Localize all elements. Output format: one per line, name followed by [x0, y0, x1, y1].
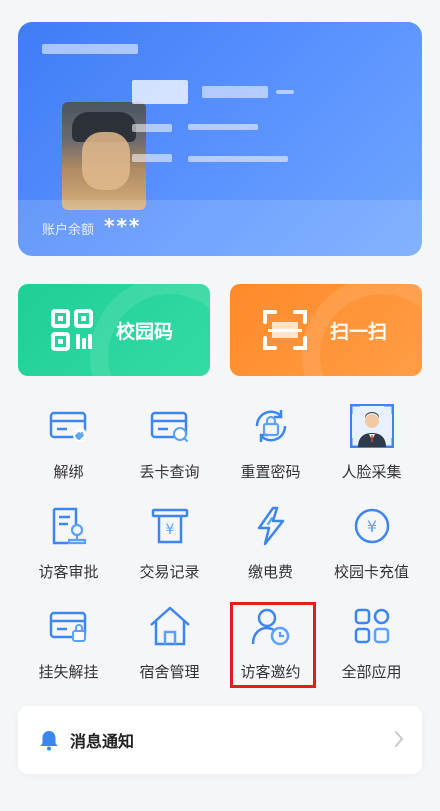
- message-notification-row[interactable]: 消息通知: [18, 706, 422, 774]
- blurred-name: [132, 80, 188, 104]
- blurred-school-name: [42, 44, 138, 54]
- app-report-loss[interactable]: 挂失解挂: [18, 596, 119, 696]
- visitor-approval-icon: [52, 507, 86, 545]
- app-label: 丢卡查询: [139, 463, 200, 481]
- all-apps-icon: [354, 608, 389, 644]
- balance-value: ***: [104, 214, 142, 238]
- app-label: 解绑: [53, 463, 84, 481]
- app-label: 访客审批: [38, 563, 99, 581]
- app-card-recharge[interactable]: ¥ 校园卡充值: [321, 496, 422, 596]
- card-lock-icon: [49, 611, 86, 642]
- balance-label: 账户余额: [42, 222, 95, 238]
- chevron-right-icon: [395, 731, 404, 747]
- yen-coin-icon: ¥: [354, 508, 389, 544]
- app-label: 交易记录: [139, 563, 200, 581]
- message-notification-title: 消息通知: [70, 732, 135, 751]
- house-icon: [149, 606, 190, 646]
- blurred-info-1: [132, 124, 172, 132]
- blurred-info-2: [132, 154, 172, 162]
- card-link-icon: [49, 411, 87, 442]
- balance-bar[interactable]: 账户余额 ***: [18, 200, 422, 256]
- scan-button[interactable]: 扫一扫: [230, 284, 422, 376]
- campus-code-button[interactable]: 校园码: [18, 284, 210, 376]
- app-label: 全部应用: [341, 663, 402, 681]
- app-all-apps[interactable]: 全部应用: [321, 596, 422, 696]
- app-label: 缴电费: [247, 563, 293, 581]
- id-card[interactable]: 账户余额 ***: [18, 22, 422, 256]
- app-home: 账户余额 *** 校园码 扫一扫 解绑 丢卡查询 重置密码 人脸采集 访客审批 …: [0, 0, 440, 811]
- card-search-icon: [150, 411, 188, 442]
- app-label: 宿舍管理: [139, 663, 200, 681]
- qr-code-icon: [51, 309, 93, 351]
- app-label: 挂失解挂: [38, 663, 99, 681]
- scan-icon: [263, 310, 307, 350]
- svg-text:¥: ¥: [366, 517, 376, 536]
- lightning-icon: [257, 506, 284, 546]
- blurred-id-number: [202, 86, 268, 98]
- app-label: 重置密码: [240, 463, 301, 481]
- app-reset-password[interactable]: 重置密码: [220, 396, 321, 496]
- receipt-icon: ¥: [151, 508, 188, 544]
- app-dorm-management[interactable]: 宿舍管理: [119, 596, 220, 696]
- bell-icon: [40, 731, 58, 751]
- lock-reset-icon: [255, 410, 286, 442]
- app-unbind[interactable]: 解绑: [18, 396, 119, 496]
- app-pay-electricity[interactable]: 缴电费: [220, 496, 321, 596]
- app-label: 校园卡充值: [333, 563, 409, 581]
- app-visitor-approval[interactable]: 访客审批: [18, 496, 119, 596]
- app-face-capture[interactable]: 人脸采集: [321, 396, 422, 496]
- highlight-box: [230, 602, 316, 688]
- app-label: 人脸采集: [341, 463, 402, 481]
- face-capture-icon: [349, 404, 394, 448]
- svg-text:¥: ¥: [165, 522, 174, 538]
- app-transaction-record[interactable]: ¥ 交易记录: [119, 496, 220, 596]
- app-lost-card-query[interactable]: 丢卡查询: [119, 396, 220, 496]
